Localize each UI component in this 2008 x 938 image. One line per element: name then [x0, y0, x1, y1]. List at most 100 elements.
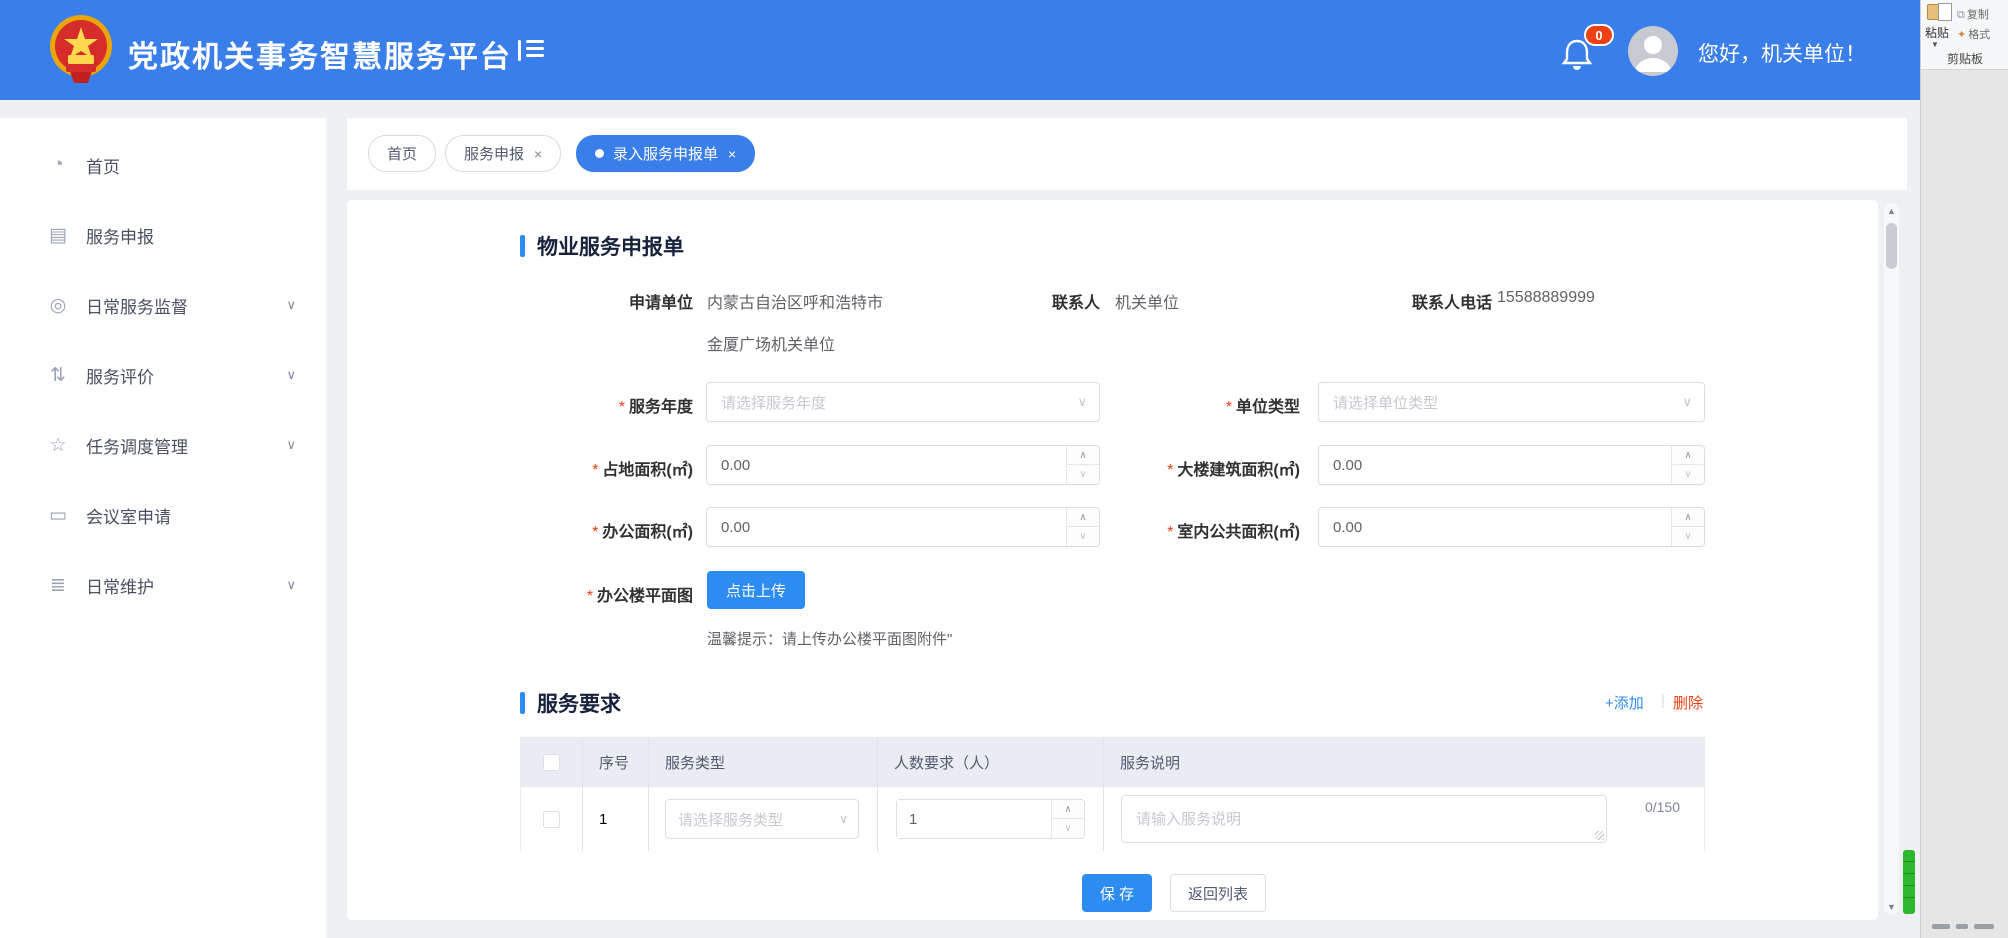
- close-icon[interactable]: ×: [728, 146, 736, 162]
- section-title-requirements: 服务要求: [520, 688, 621, 718]
- description-textarea[interactable]: [1121, 795, 1607, 843]
- add-row-link[interactable]: +添加: [1605, 692, 1644, 713]
- chevron-down-icon: ∨: [1077, 394, 1087, 410]
- people-count-input[interactable]: ∧ ∨: [896, 799, 1085, 839]
- tab-service-declare[interactable]: 服务申报 ×: [445, 135, 561, 172]
- unit-type-select[interactable]: 请选择单位类型 ∨: [1318, 382, 1705, 422]
- scrollbar-thumb[interactable]: [1886, 223, 1897, 269]
- service-year-select[interactable]: 请选择服务年度 ∨: [706, 382, 1100, 422]
- ribbon-group-clipboard: 粘贴 ▼ ⧉复制 ✦格式 剪贴板: [1921, 0, 2008, 70]
- required-asterisk: *: [1167, 524, 1173, 541]
- stepper-up-icon[interactable]: ∧: [1067, 446, 1099, 465]
- land-area-label: *占地面积(㎡): [592, 456, 693, 480]
- select-placeholder: 请选择单位类型: [1333, 392, 1438, 413]
- number-input[interactable]: [707, 446, 1065, 484]
- close-icon[interactable]: ×: [534, 146, 542, 162]
- service-year-label: *服务年度: [619, 393, 693, 417]
- select-all-checkbox[interactable]: [543, 754, 560, 771]
- scroll-down-icon[interactable]: ▼: [1884, 899, 1899, 915]
- sidebar-item-home[interactable]: ◔ 首页: [0, 142, 326, 188]
- stepper: ∧ ∨: [1671, 508, 1704, 546]
- stepper-down-icon[interactable]: ∨: [1052, 819, 1084, 838]
- sidebar-item-task-scheduling[interactable]: ☆ 任务调度管理 ∨: [0, 422, 326, 468]
- star-icon: ☆: [46, 434, 70, 457]
- sidebar-item-label: 任务调度管理: [86, 433, 188, 458]
- accent-bar: [520, 235, 525, 257]
- paste-icon: [1927, 4, 1947, 20]
- header-description: 服务说明: [1104, 738, 1704, 786]
- required-asterisk: *: [1226, 399, 1232, 416]
- document-icon: ▤: [46, 224, 70, 247]
- stepper-down-icon[interactable]: ∨: [1067, 527, 1099, 546]
- monitor-icon: ◎: [46, 294, 70, 317]
- copy-button[interactable]: ⧉复制: [1957, 6, 1989, 22]
- land-area-input[interactable]: ∧ ∨: [706, 445, 1100, 485]
- chevron-down-icon: ∨: [1682, 394, 1692, 410]
- notification-bell-icon[interactable]: 0: [1560, 24, 1612, 76]
- accent-bar: [520, 692, 525, 714]
- upload-button[interactable]: 点击上传: [707, 571, 805, 609]
- user-greeting: 您好，机关单位！: [1698, 38, 1866, 68]
- tab-label: 服务申报: [464, 143, 524, 164]
- national-emblem-logo: [48, 13, 114, 87]
- stepper-down-icon[interactable]: ∨: [1672, 465, 1704, 484]
- sidebar-item-service-evaluation[interactable]: ⇅ 服务评价 ∨: [0, 352, 326, 398]
- content-scrollbar[interactable]: ▲ ▼: [1884, 203, 1899, 915]
- scroll-up-icon[interactable]: ▲: [1884, 203, 1899, 219]
- stepper-down-icon[interactable]: ∨: [1067, 465, 1099, 484]
- stepper: ∧ ∨: [1051, 800, 1084, 838]
- required-asterisk: *: [592, 524, 598, 541]
- delete-row-link[interactable]: 删除: [1673, 692, 1703, 713]
- number-input[interactable]: [897, 800, 1051, 838]
- contact-value: 机关单位: [1115, 289, 1179, 313]
- table-header-row: 序号 服务类型 人数要求（人） 服务说明: [521, 738, 1704, 786]
- select-placeholder: 请选择服务年度: [721, 392, 826, 413]
- format-painter-button[interactable]: ✦格式: [1957, 26, 1990, 42]
- office-area-input[interactable]: ∧ ∨: [706, 507, 1100, 547]
- indoor-area-input[interactable]: ∧ ∨: [1318, 507, 1705, 547]
- number-input[interactable]: [1319, 446, 1670, 484]
- avatar[interactable]: [1628, 26, 1678, 76]
- number-input[interactable]: [707, 508, 1065, 546]
- tab-home[interactable]: 首页: [368, 135, 436, 172]
- tab-label: 首页: [387, 143, 417, 164]
- sidebar-item-meeting-room[interactable]: ▭ 会议室申请: [0, 492, 326, 538]
- stepper-up-icon[interactable]: ∧: [1052, 800, 1084, 819]
- presentation-board-icon: ▭: [46, 504, 70, 527]
- sidebar-item-daily-maintenance[interactable]: ≣ 日常维护 ∨: [0, 562, 326, 608]
- service-type-select[interactable]: 请选择服务类型 ∨: [665, 799, 859, 839]
- requirements-table: 序号 服务类型 人数要求（人） 服务说明 1 请选择服务类型 ∨ ∧ ∨: [520, 737, 1705, 851]
- sidebar-item-service-declare[interactable]: ▤ 服务申报: [0, 212, 326, 258]
- header-service-type: 服务类型: [649, 738, 878, 786]
- row-checkbox[interactable]: [543, 811, 560, 828]
- stepper-up-icon[interactable]: ∧: [1067, 508, 1099, 527]
- indoor-area-label: *室内公共面积(㎡): [1167, 518, 1300, 542]
- chevron-down-icon: ∨: [286, 437, 296, 453]
- phone-label: 联系人电话: [1412, 289, 1492, 313]
- resize-handle[interactable]: [1595, 831, 1604, 840]
- building-area-label: *大楼建筑面积(㎡): [1167, 456, 1300, 480]
- stepper-down-icon[interactable]: ∨: [1672, 527, 1704, 546]
- stepper-up-icon[interactable]: ∧: [1672, 508, 1704, 527]
- apply-unit-label: 申请单位: [629, 289, 693, 313]
- save-button[interactable]: 保 存: [1082, 874, 1152, 912]
- back-to-list-button[interactable]: 返回列表: [1170, 874, 1266, 912]
- contact-label: 联系人: [1052, 289, 1100, 313]
- decorative-mark: [1932, 924, 1950, 929]
- paste-dropdown-icon[interactable]: ▼: [1931, 40, 1939, 49]
- building-area-input[interactable]: ∧ ∨: [1318, 445, 1705, 485]
- apply-unit-value-line2: 金厦广场机关单位: [707, 331, 835, 355]
- sidebar-collapse-icon[interactable]: [518, 40, 544, 62]
- paste-button[interactable]: 粘贴: [1925, 24, 1949, 41]
- tab-entry-form[interactable]: 录入服务申报单 ×: [576, 135, 755, 172]
- green-scroll-widget[interactable]: [1903, 850, 1915, 914]
- sidebar-item-daily-supervision[interactable]: ◎ 日常服务监督 ∨: [0, 282, 326, 328]
- stepper-up-icon[interactable]: ∧: [1672, 446, 1704, 465]
- decorative-mark: [1974, 924, 1994, 929]
- required-asterisk: *: [619, 399, 625, 416]
- content-card: 物业服务申报单 申请单位 内蒙古自治区呼和浩特市 金厦广场机关单位 联系人 机关…: [347, 200, 1878, 920]
- tab-label: 录入服务申报单: [613, 143, 718, 164]
- required-asterisk: *: [1167, 462, 1173, 479]
- select-placeholder: 请选择服务类型: [678, 809, 783, 830]
- number-input[interactable]: [1319, 508, 1670, 546]
